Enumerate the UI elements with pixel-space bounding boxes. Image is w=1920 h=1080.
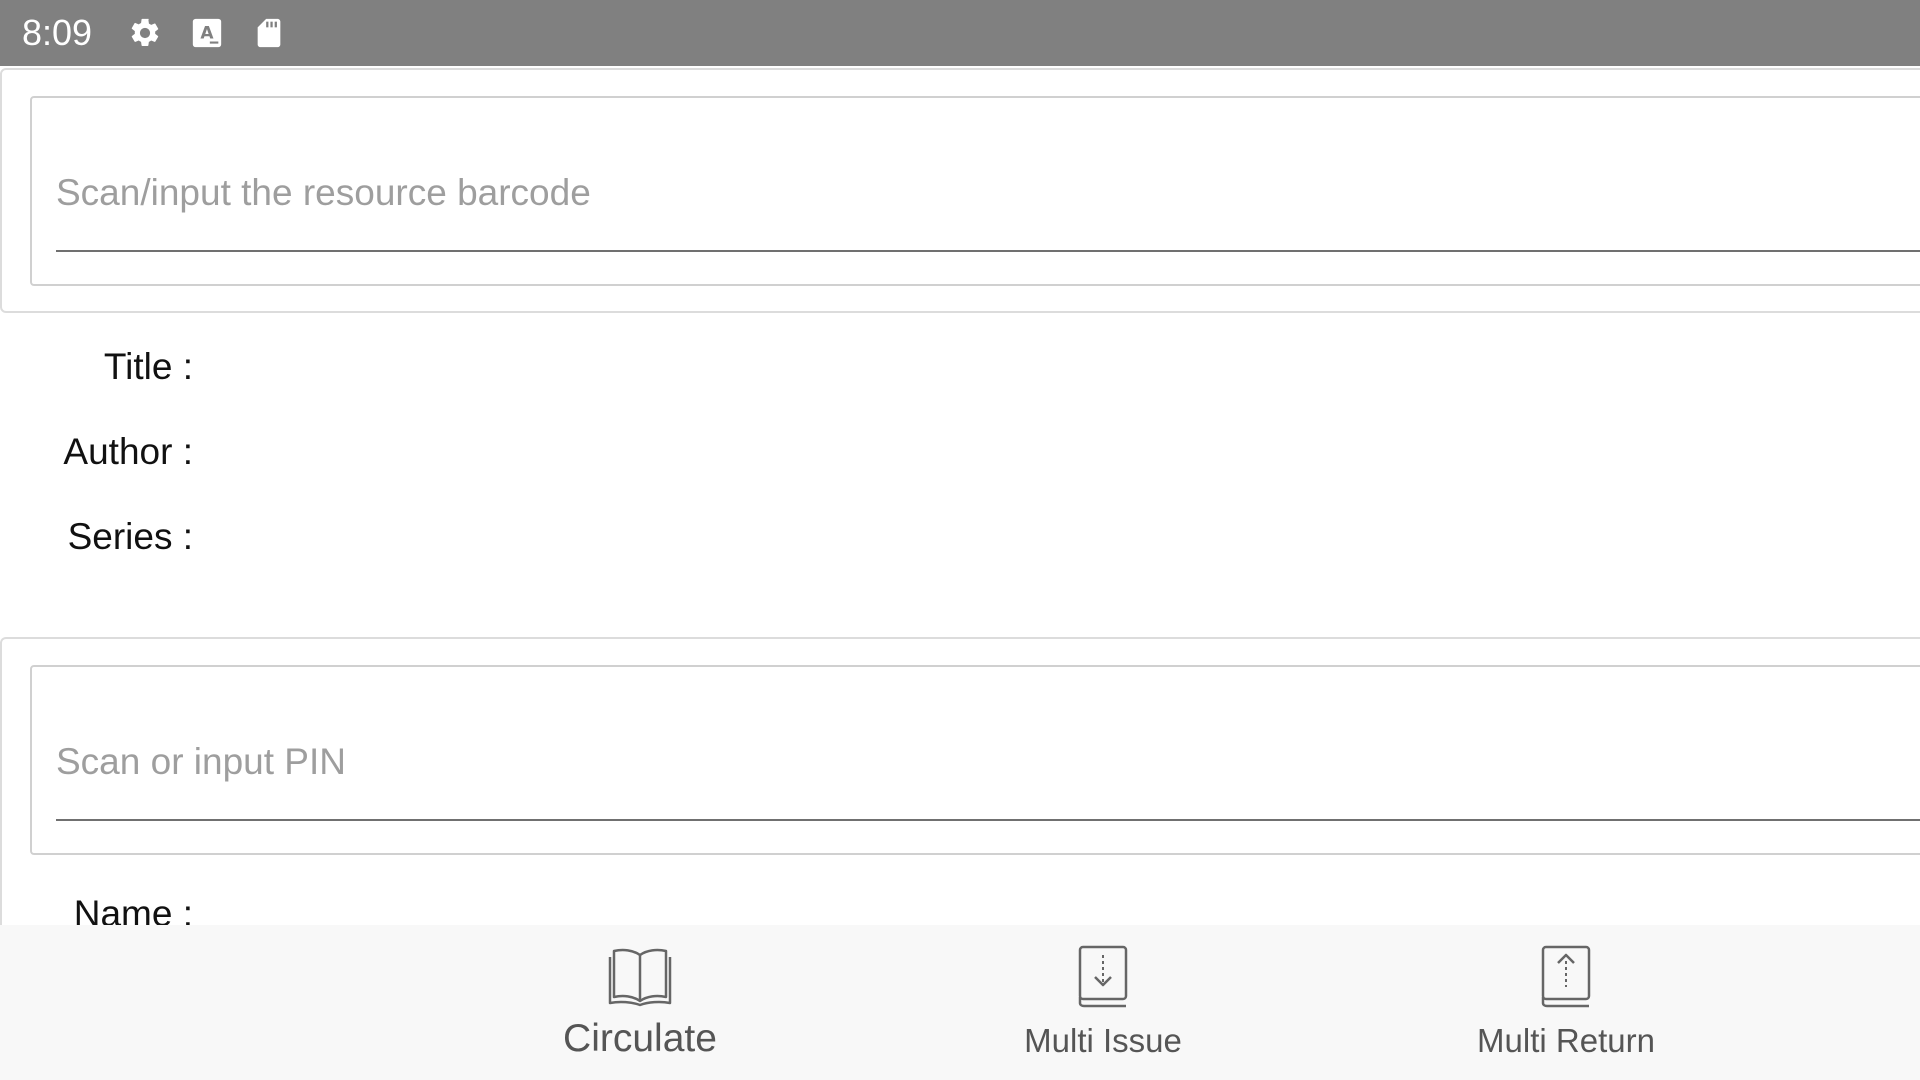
nav-multi-return-label: Multi Return: [1477, 1022, 1655, 1059]
resource-barcode-box: [30, 96, 1920, 286]
input-underline: [56, 250, 1920, 252]
book-download-icon: [1068, 941, 1138, 1011]
keyboard-a-icon: A: [190, 16, 224, 50]
status-time: 8:09: [22, 12, 93, 53]
title-label: Title :: [103, 346, 193, 387]
settings-icon: [128, 16, 162, 50]
nav-multi-issue-label: Multi Issue: [1024, 1022, 1182, 1059]
nav-multi-issue[interactable]: Multi Issue: [953, 925, 1253, 1080]
patron-pin-card: [0, 637, 1920, 957]
resource-barcode-card: [0, 68, 1920, 313]
sd-card-icon: [252, 16, 286, 50]
status-bar: 8:09 A: [0, 0, 1920, 66]
patron-pin-box: [30, 665, 1920, 855]
nav-circulate-label: Circulate: [563, 1017, 717, 1060]
author-label: Author :: [63, 431, 193, 472]
pin-input[interactable]: [56, 735, 1920, 789]
series-label: Series :: [67, 516, 193, 557]
open-book-icon: [605, 941, 675, 1011]
bottom-navigation: Circulate Multi Issue Multi Return: [0, 925, 1920, 1080]
nav-circulate[interactable]: Circulate: [490, 925, 790, 1080]
book-upload-icon: [1531, 941, 1601, 1011]
svg-text:A: A: [200, 24, 214, 44]
nav-multi-return[interactable]: Multi Return: [1416, 925, 1716, 1080]
input-underline: [56, 819, 1920, 821]
resource-barcode-input[interactable]: [56, 166, 1920, 220]
